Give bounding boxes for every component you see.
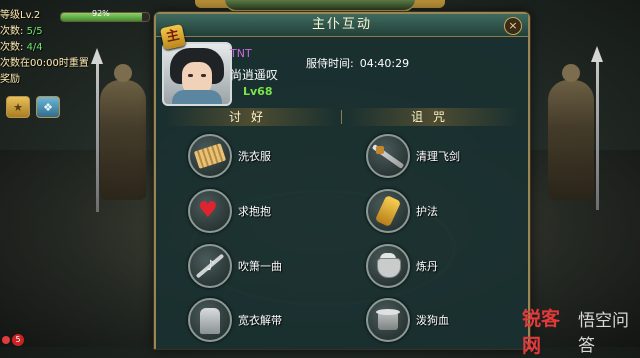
action-label: 护法 [416,205,438,218]
guard-figure-left [100,64,146,200]
avatar-eye-left [188,74,193,77]
blue-reward-button[interactable]: ❖ [36,96,60,118]
action-label: 清理飞剑 [416,150,460,163]
section-curse: 诅咒 [348,108,518,126]
gold-reward-button[interactable]: ★ [6,96,30,118]
action-label: 宽衣解带 [238,314,282,327]
player-tag: TNT [230,47,252,60]
hud-reward-row: 奖励 [0,74,20,85]
robe-icon [188,298,232,342]
top-banner [225,0,415,12]
section-please: 讨好 [166,108,336,126]
guard-figure-right [548,64,594,200]
action-clean-sword[interactable]: 清理飞剑 [366,134,516,178]
action-splash-blood[interactable]: 泼狗血 [366,298,516,342]
character-level: Lv68 [243,85,273,98]
watermark-grey-text: 悟空问答 [577,311,629,356]
heart-icon: ♥ [188,189,232,233]
action-guard[interactable]: 护法 [366,189,516,233]
watermark-red-text: 锐客网 [522,308,561,357]
hud-count-row-1: 次数: 5/5 [0,26,43,37]
action-undress[interactable]: 宽衣解带 [188,298,338,342]
character-name: 尚逍遥叹 [230,68,279,82]
action-ask-hug[interactable]: ♥ 求抱抱 [188,189,338,233]
action-label: 洗衣服 [238,150,271,163]
avatar-body [172,90,222,104]
servant-tag: 主 [159,23,187,51]
left-hud: 等级Lv.2 92% 次数: 5/5 次数: 4/4 次数在00:00时重置 奖… [0,8,150,88]
action-label: 泼狗血 [416,314,449,327]
watermark: 锐客网 悟空问答 [522,304,640,358]
section-divider [341,110,342,124]
notification-badge[interactable]: 5 [2,334,24,346]
avatar-eye-right [201,74,206,77]
staff-icon [366,189,410,233]
service-time-value: 04:40:29 [359,57,410,70]
dialog-title: 主仆互动 [311,17,372,32]
action-label: 吹箫一曲 [238,260,282,273]
close-button[interactable]: × [504,17,522,35]
sword-icon [366,134,410,178]
notification-count: 5 [12,334,24,346]
action-wash-clothes[interactable]: 洗衣服 [188,134,338,178]
character-avatar[interactable] [162,42,232,106]
spear-right [591,46,603,210]
action-alchemy[interactable]: 炼丹 [366,244,516,288]
hud-buttons: ★ ❖ [6,96,60,118]
action-label: 求抱抱 [238,205,271,218]
bucket-icon [366,298,410,342]
hud-count-row-2: 次数: 4/4 [0,42,43,53]
service-time: 服侍时间: 04:40:29 [306,55,409,71]
action-label: 炼丹 [416,260,438,273]
service-time-label: 服侍时间: [306,57,354,70]
washboard-icon [188,134,232,178]
cauldron-icon [366,244,410,288]
hud-reset-row: 次数在00:00时重置 [0,58,89,69]
alert-dot-icon [2,336,10,344]
level-progress-pct: 92% [92,9,110,18]
action-play-flute[interactable]: ♪ 吹箫一曲 [188,244,338,288]
servant-interaction-dialog: 主仆互动 × 主 TNT 尚逍遥叹 Lv68 服侍时间: 04:40:29 讨好 … [154,12,530,349]
flute-icon: ♪ [188,244,232,288]
